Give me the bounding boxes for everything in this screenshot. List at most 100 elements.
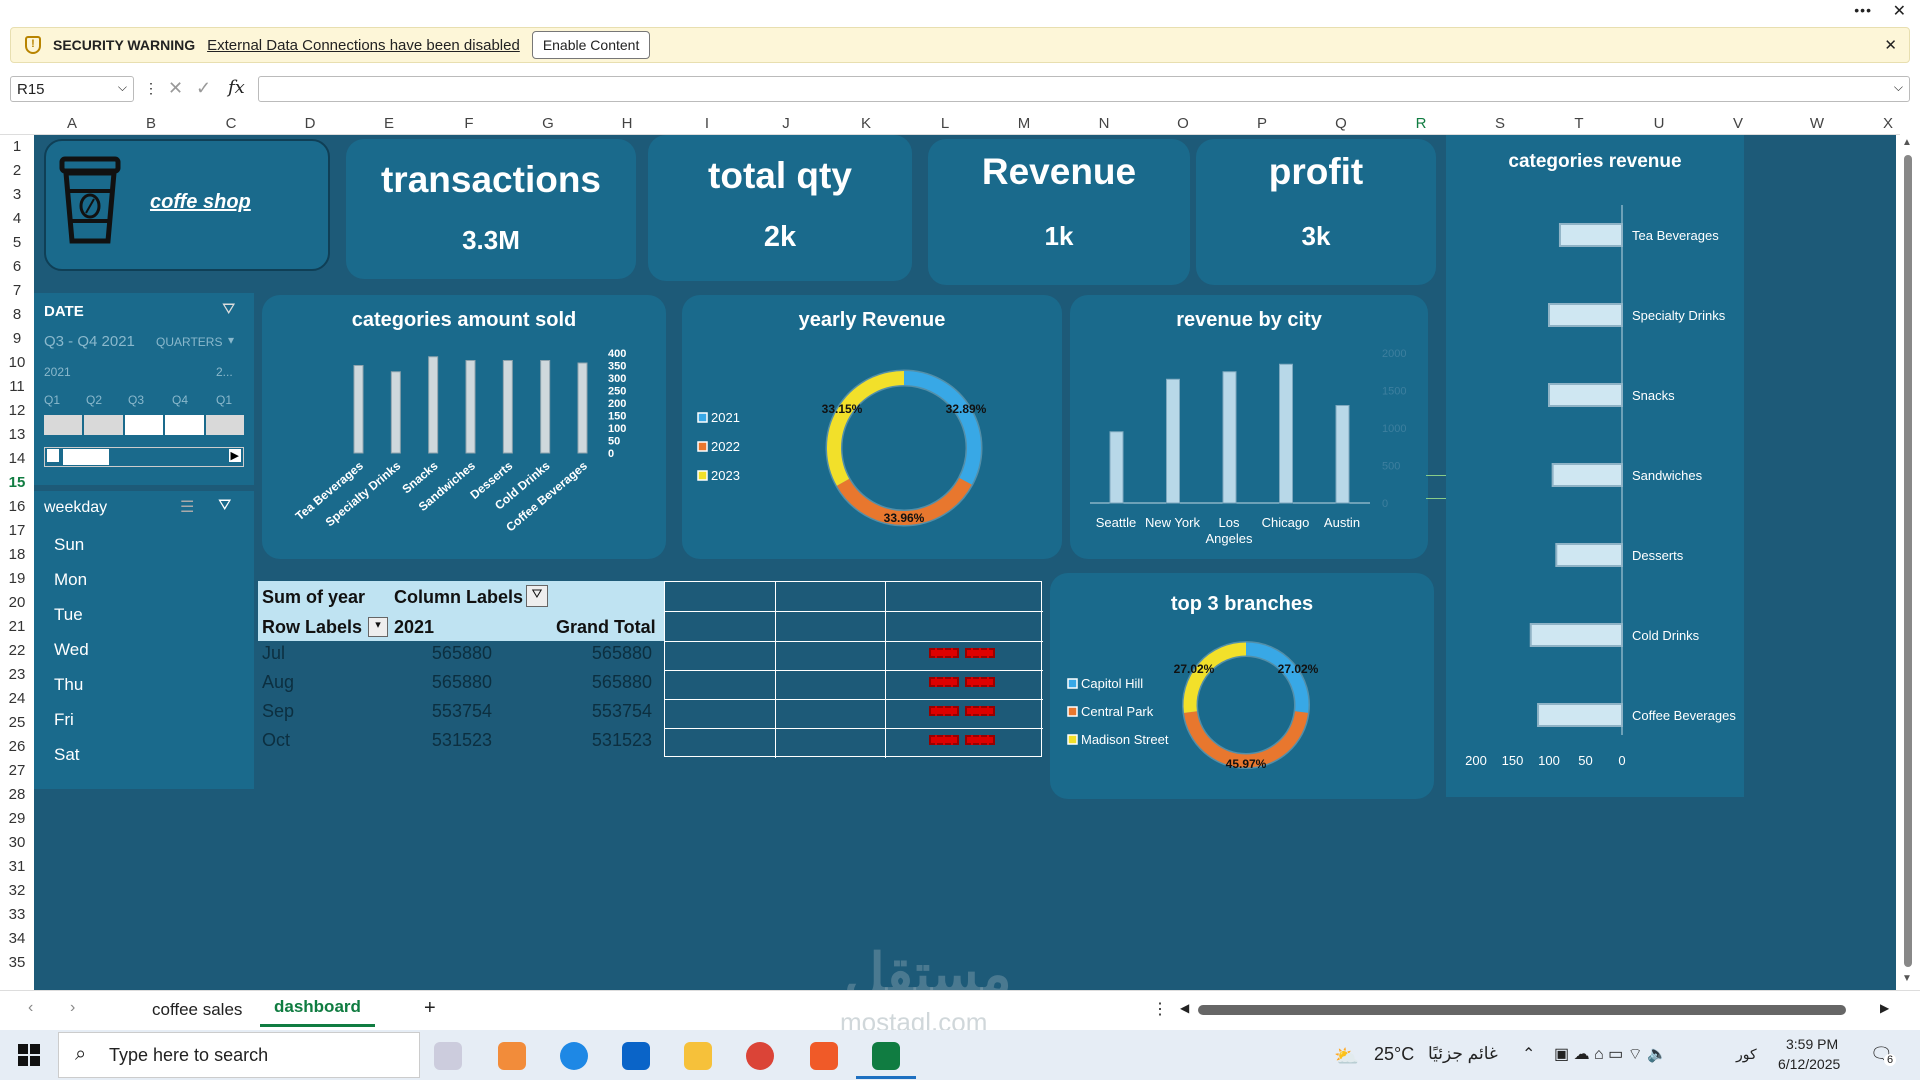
- column-header[interactable]: C: [221, 115, 241, 132]
- timeline-bar[interactable]: [44, 415, 245, 435]
- row-header[interactable]: 33: [0, 906, 34, 923]
- pivot-cell[interactable]: 531523: [432, 730, 492, 751]
- more-icon[interactable]: ⋮: [1152, 999, 1168, 1019]
- row-header[interactable]: 3: [0, 186, 34, 203]
- row-header[interactable]: 15: [0, 474, 34, 491]
- column-header[interactable]: B: [141, 115, 161, 132]
- selected-cell[interactable]: [1426, 475, 1446, 499]
- prev-sheet-icon[interactable]: ‹: [28, 999, 33, 1017]
- pivot-cell[interactable]: 565880: [592, 672, 652, 693]
- column-header[interactable]: T: [1569, 115, 1589, 132]
- column-header[interactable]: K: [856, 115, 876, 132]
- chart-revenue-by-city[interactable]: revenue by city 2000 1500 1000 500 0 Seattle N…: [1070, 295, 1428, 559]
- pivot-row-label[interactable]: Sep: [262, 701, 294, 722]
- column-header[interactable]: P: [1252, 115, 1272, 132]
- file-explorer-icon[interactable]: [684, 1042, 712, 1070]
- column-header[interactable]: J: [776, 115, 796, 132]
- insert-function-icon[interactable]: fx: [228, 77, 245, 98]
- timeline-q1[interactable]: [44, 415, 83, 435]
- row-header[interactable]: 18: [0, 546, 34, 563]
- column-header[interactable]: A: [62, 115, 82, 132]
- row-header[interactable]: 5: [0, 234, 34, 251]
- row-header[interactable]: 13: [0, 426, 34, 443]
- weekday-item[interactable]: Thu: [54, 675, 83, 695]
- row-header[interactable]: 1: [0, 138, 34, 155]
- row-header[interactable]: 25: [0, 714, 34, 731]
- edge-icon[interactable]: [560, 1042, 588, 1070]
- hscroll-right-icon[interactable]: ▶: [1880, 1001, 1889, 1015]
- column-header[interactable]: U: [1649, 115, 1669, 132]
- column-header[interactable]: H: [617, 115, 637, 132]
- vertical-scrollbar[interactable]: ▲ ▼: [1896, 135, 1920, 990]
- row-header[interactable]: 22: [0, 642, 34, 659]
- pivot-cell[interactable]: 531523: [592, 730, 652, 751]
- scroll-left-icon[interactable]: ◀: [47, 449, 60, 462]
- taskbar-search[interactable]: ⌕ Type here to search: [58, 1032, 420, 1078]
- row-header[interactable]: 16: [0, 498, 34, 515]
- weekday-item[interactable]: Tue: [54, 605, 83, 625]
- pivot-table[interactable]: Sum of year Column Labels ⛛ Row Labels ▾…: [258, 581, 664, 757]
- timeline-q3[interactable]: [124, 415, 164, 435]
- pivot-row-label[interactable]: Aug: [262, 672, 294, 693]
- dismiss-warning-icon[interactable]: ✕: [1884, 36, 1897, 54]
- row-header[interactable]: 6: [0, 258, 34, 275]
- next-sheet-icon[interactable]: ›: [70, 999, 75, 1017]
- formula-input[interactable]: ⌵: [258, 76, 1910, 102]
- row-header[interactable]: 4: [0, 210, 34, 227]
- expand-formula-icon[interactable]: ⌵: [1894, 80, 1903, 95]
- security-warning-link[interactable]: External Data Connections have been disa…: [207, 37, 520, 54]
- task-view-icon[interactable]: [434, 1042, 462, 1070]
- pivot-row-label[interactable]: Jul: [262, 643, 285, 664]
- chart-yearly-revenue[interactable]: yearly Revenue 2021 2022 2023 32.89% 33.96% 3…: [682, 295, 1062, 559]
- close-icon[interactable]: ✕: [1893, 1, 1906, 21]
- pivot-cell[interactable]: 553754: [592, 701, 652, 722]
- timeline-scrollbar[interactable]: ◀ ▶: [44, 447, 244, 467]
- scroll-thumb[interactable]: [1904, 155, 1912, 967]
- language-indicator[interactable]: كور: [1736, 1046, 1757, 1063]
- chrome-icon[interactable]: [746, 1042, 774, 1070]
- row-header[interactable]: 7: [0, 282, 34, 299]
- weekday-item[interactable]: Fri: [54, 710, 74, 730]
- weekday-item[interactable]: Sat: [54, 745, 80, 765]
- row-header[interactable]: 29: [0, 810, 34, 827]
- timeline-q1-next[interactable]: [205, 415, 245, 435]
- timeline-q2[interactable]: [84, 415, 123, 435]
- sheet-tab-coffee-sales[interactable]: coffee sales: [152, 1000, 242, 1020]
- timeline-scroll-thumb[interactable]: [63, 449, 109, 465]
- scroll-up-icon[interactable]: ▲: [1902, 137, 1912, 148]
- column-header[interactable]: D: [300, 115, 320, 132]
- row-header[interactable]: 27: [0, 762, 34, 779]
- clock-time[interactable]: 3:59 PM: [1786, 1036, 1838, 1052]
- excel-icon[interactable]: [872, 1042, 900, 1070]
- row-header[interactable]: 23: [0, 666, 34, 683]
- column-header[interactable]: N: [1094, 115, 1114, 132]
- row-header[interactable]: 35: [0, 954, 34, 971]
- chevron-up-icon[interactable]: ⌃: [1522, 1044, 1535, 1064]
- row-header[interactable]: 34: [0, 930, 34, 947]
- row-header[interactable]: 32: [0, 882, 34, 899]
- pivot-cell[interactable]: 565880: [432, 672, 492, 693]
- timeline-q4[interactable]: [165, 415, 204, 435]
- column-header[interactable]: M: [1014, 115, 1034, 132]
- filter-icon[interactable]: ⛛: [526, 585, 548, 607]
- row-header[interactable]: 17: [0, 522, 34, 539]
- cancel-icon[interactable]: ✕: [168, 78, 183, 99]
- row-header[interactable]: 21: [0, 618, 34, 635]
- pivot-cell[interactable]: 553754: [432, 701, 492, 722]
- column-header[interactable]: V: [1728, 115, 1748, 132]
- column-header[interactable]: O: [1173, 115, 1193, 132]
- scroll-right-icon[interactable]: ▶: [228, 449, 241, 462]
- weather-temp[interactable]: 25°C: [1374, 1044, 1414, 1065]
- column-header[interactable]: F: [459, 115, 479, 132]
- brave-icon[interactable]: [810, 1042, 838, 1070]
- pivot-cell[interactable]: 565880: [592, 643, 652, 664]
- row-header[interactable]: 8: [0, 306, 34, 323]
- pivot-cell[interactable]: 565880: [432, 643, 492, 664]
- add-sheet-button[interactable]: +: [424, 997, 436, 1020]
- chevron-down-icon[interactable]: ⌵: [118, 80, 127, 95]
- more-icon[interactable]: ⋮: [144, 80, 158, 97]
- column-header[interactable]: X: [1878, 115, 1898, 132]
- weather-text[interactable]: غائم جزئيًا: [1428, 1044, 1498, 1064]
- column-header[interactable]: W: [1807, 115, 1827, 132]
- row-header[interactable]: 24: [0, 690, 34, 707]
